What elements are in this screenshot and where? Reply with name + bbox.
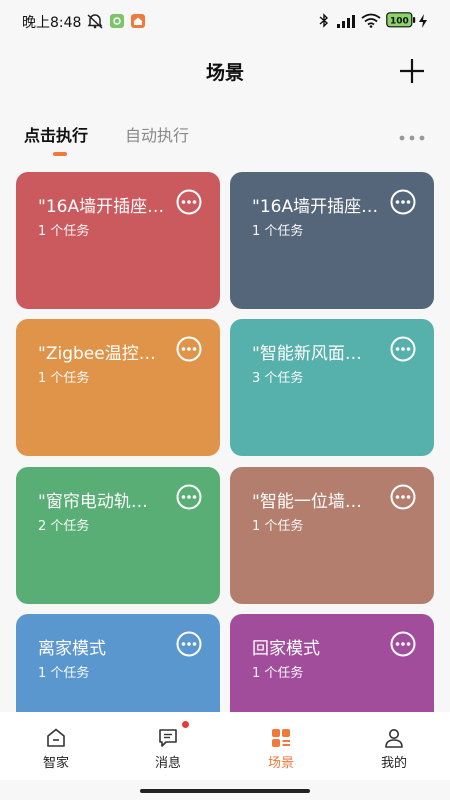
more-circle-icon [390, 484, 416, 510]
nav-label: 场景 [267, 756, 294, 771]
scene-task-count: 1 个任务 [38, 224, 90, 239]
scene-title: "窗帘电动轨… [38, 492, 148, 512]
status-time: 晚上8:48 [22, 15, 82, 31]
header: 场景 [0, 40, 450, 100]
more-circle-icon [176, 189, 202, 215]
scene-card[interactable]: 回家模式 1 个任务 [230, 614, 434, 712]
profile-icon [385, 729, 403, 748]
scene-more-button[interactable] [390, 631, 416, 657]
nav-item-scenes[interactable]: 场景 [225, 712, 337, 780]
scene-grid: "16A墙开插座… 1 个任务 "16A墙开插座… 1 个任务 "Zigbee温… [0, 172, 450, 712]
add-scene-button[interactable] [397, 56, 427, 86]
scene-task-count: 3 个任务 [252, 371, 304, 386]
scene-title: "16A墙开插座… [252, 197, 379, 217]
scene-more-button[interactable] [390, 336, 416, 362]
nav-label: 消息 [154, 756, 181, 771]
scene-more-button[interactable] [176, 189, 202, 215]
scene-task-count: 1 个任务 [252, 224, 304, 239]
app-notification-icon [110, 13, 124, 32]
scene-title: "16A墙开插座… [38, 197, 165, 217]
status-bar: 晚上8:48 100 [0, 0, 450, 40]
more-circle-icon [176, 631, 202, 657]
message-icon [159, 729, 177, 747]
page-title: 场景 [205, 62, 244, 84]
nav-item-profile[interactable]: 我的 [338, 712, 450, 780]
wifi-icon [361, 13, 381, 32]
mute-alarm-icon [86, 13, 104, 33]
scene-card[interactable]: "16A墙开插座… 1 个任务 [16, 172, 220, 309]
signal-icon [336, 13, 356, 32]
scene-more-button[interactable] [176, 336, 202, 362]
scene-card[interactable]: "智能一位墙… 1 个任务 [230, 467, 434, 604]
nav-item-home[interactable]: 智家 [0, 712, 112, 780]
more-circle-icon [390, 336, 416, 362]
more-circle-icon [176, 484, 202, 510]
scene-card[interactable]: "智能新风面… 3 个任务 [230, 319, 434, 456]
scene-card[interactable]: 离家模式 1 个任务 [16, 614, 220, 712]
more-circle-icon [390, 189, 416, 215]
scene-tabs: 点击执行 自动执行 [0, 118, 450, 158]
nav-label: 智家 [42, 756, 69, 771]
scene-title: "Zigbee温控… [38, 344, 156, 364]
plus-icon [400, 59, 424, 83]
tab-auto-execute[interactable]: 自动执行 [125, 122, 189, 146]
scene-task-count: 2 个任务 [38, 519, 90, 534]
more-circle-icon [390, 631, 416, 657]
bottom-nav: 智家 消息 场景 我的 [0, 712, 450, 780]
tab-click-execute[interactable]: 点击执行 [24, 122, 88, 146]
scene-card[interactable]: "Zigbee温控… 1 个任务 [16, 319, 220, 456]
more-options-button[interactable] [398, 128, 426, 141]
more-dots-icon [399, 135, 425, 141]
scene-task-count: 1 个任务 [38, 371, 90, 386]
scene-title: 离家模式 [38, 639, 106, 659]
nav-item-messages[interactable]: 消息 [112, 712, 224, 780]
scene-title: "智能新风面… [252, 344, 362, 364]
scene-more-button[interactable] [390, 484, 416, 510]
scene-more-button[interactable] [176, 631, 202, 657]
scene-icon [272, 729, 290, 747]
active-tab-indicator [53, 152, 67, 156]
message-badge [182, 721, 189, 728]
scene-task-count: 1 个任务 [252, 666, 304, 681]
scene-task-count: 1 个任务 [38, 666, 90, 681]
home-app-icon [131, 13, 145, 32]
scene-title: 回家模式 [252, 639, 320, 659]
home-icon [47, 728, 65, 747]
scene-card[interactable]: "窗帘电动轨… 2 个任务 [16, 467, 220, 604]
scene-card[interactable]: "16A墙开插座… 1 个任务 [230, 172, 434, 309]
more-circle-icon [176, 336, 202, 362]
charging-icon [419, 13, 427, 32]
scene-task-count: 1 个任务 [252, 519, 304, 534]
scene-more-button[interactable] [176, 484, 202, 510]
battery-level: 100 [390, 17, 409, 27]
battery-icon: 100 [386, 12, 416, 32]
scene-more-button[interactable] [390, 189, 416, 215]
nav-label: 我的 [380, 756, 407, 771]
home-indicator [140, 789, 310, 793]
bluetooth-icon [319, 13, 329, 32]
scene-title: "智能一位墙… [252, 492, 362, 512]
